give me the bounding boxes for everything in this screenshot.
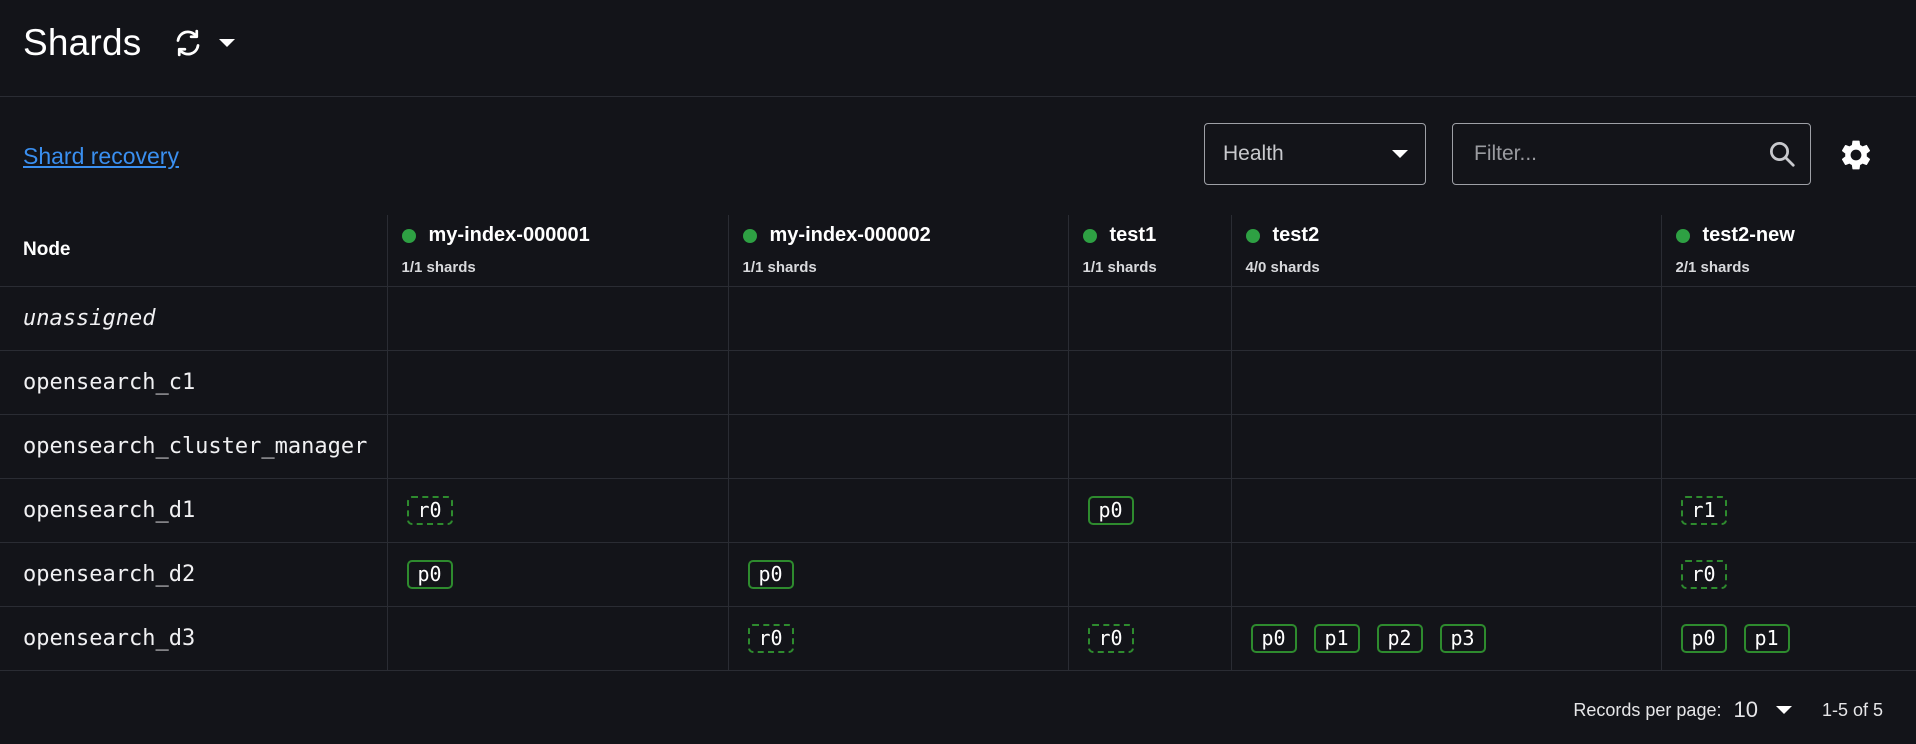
table-header-row: Node my-index-000001 1/1 shards my-index… xyxy=(0,215,1916,287)
node-name: unassigned xyxy=(0,286,387,351)
shard-cell: r0 xyxy=(386,478,728,543)
shard-cell xyxy=(1660,286,1916,351)
primary-shard-chip[interactable]: p1 xyxy=(1313,623,1360,653)
primary-shard-chip[interactable]: p0 xyxy=(406,559,453,589)
shard-cell: p0 xyxy=(386,542,728,607)
shard-cell: r0 xyxy=(727,606,1068,671)
shard-cell xyxy=(386,606,728,671)
index-name: my-index-000001 xyxy=(428,224,590,246)
node-name: opensearch_d3 xyxy=(0,606,387,671)
records-per-page-value[interactable]: 10 xyxy=(1733,697,1757,723)
index-shard-count: 2/1 shards xyxy=(1675,259,1750,276)
shard-cell xyxy=(386,414,728,479)
index-shard-count: 1/1 shards xyxy=(742,259,817,276)
shards-table: Node my-index-000001 1/1 shards my-index… xyxy=(0,215,1916,671)
health-status-dot xyxy=(742,228,757,243)
table-row: opensearch_cluster_manager xyxy=(0,414,1916,479)
health-select[interactable]: Health xyxy=(1204,123,1426,185)
node-name: opensearch_d2 xyxy=(0,542,387,607)
primary-shard-chip[interactable]: p2 xyxy=(1376,623,1423,653)
replica-shard-chip[interactable]: r0 xyxy=(406,495,453,525)
shard-cell: r1 xyxy=(1660,478,1916,543)
replica-shard-chip[interactable]: r0 xyxy=(1680,559,1727,589)
shard-cell: p0 xyxy=(1067,478,1231,543)
chevron-down-icon[interactable] xyxy=(1775,705,1792,715)
index-header[interactable]: test2 4/0 shards xyxy=(1230,215,1661,287)
shard-cell xyxy=(1230,350,1661,415)
toolbar: Shard recovery Health xyxy=(0,123,1916,187)
shard-cell xyxy=(727,478,1068,543)
table-row: unassigned xyxy=(0,286,1916,351)
chevron-down-icon xyxy=(1375,149,1425,159)
index-name: my-index-000002 xyxy=(769,224,931,246)
shard-cell xyxy=(1067,350,1231,415)
primary-shard-chip[interactable]: p0 xyxy=(1087,495,1134,525)
health-status-dot xyxy=(1245,228,1260,243)
node-name: opensearch_cluster_manager xyxy=(0,414,387,479)
health-status-dot xyxy=(1082,228,1097,243)
primary-shard-chip[interactable]: p3 xyxy=(1439,623,1486,653)
table-row: opensearch_c1 xyxy=(0,350,1916,415)
primary-shard-chip[interactable]: p0 xyxy=(747,559,794,589)
replica-shard-chip[interactable]: r0 xyxy=(747,623,794,653)
filter-input[interactable] xyxy=(1472,141,1754,167)
shard-cell xyxy=(1067,286,1231,351)
health-select-label: Health xyxy=(1223,142,1284,165)
index-header[interactable]: test1 1/1 shards xyxy=(1067,215,1231,287)
shard-cell xyxy=(386,350,728,415)
index-shard-count: 1/1 shards xyxy=(401,259,476,276)
refresh-options-button[interactable] xyxy=(217,33,237,53)
health-status-dot xyxy=(1675,228,1690,243)
shard-cell xyxy=(727,286,1068,351)
records-per-page-label: Records per page: xyxy=(1573,699,1722,720)
health-status-dot xyxy=(401,228,416,243)
pagination: Records per page: 10 1-5 of 5 xyxy=(1573,697,1883,723)
node-name: opensearch_c1 xyxy=(0,350,387,415)
filter-field[interactable] xyxy=(1452,123,1811,185)
shard-cell xyxy=(727,414,1068,479)
table-row: opensearch_d1 r0 p0 r1 xyxy=(0,478,1916,543)
chevron-down-icon xyxy=(219,39,236,47)
index-shard-count: 4/0 shards xyxy=(1245,259,1320,276)
shard-cell xyxy=(1067,414,1231,479)
pagination-range: 1-5 of 5 xyxy=(1821,699,1883,720)
index-header[interactable]: test2-new 2/1 shards xyxy=(1660,215,1916,287)
gear-icon[interactable] xyxy=(1838,137,1874,173)
replica-shard-chip[interactable]: r0 xyxy=(1087,623,1134,653)
refresh-icon[interactable] xyxy=(171,26,205,60)
shard-cell xyxy=(1230,414,1661,479)
shard-cell xyxy=(727,350,1068,415)
node-name: opensearch_d1 xyxy=(0,478,387,543)
shard-cell xyxy=(1230,542,1661,607)
page-header: Shards xyxy=(0,0,1916,97)
index-name: test1 xyxy=(1109,224,1157,246)
index-name: test2 xyxy=(1272,224,1320,246)
replica-shard-chip[interactable]: r1 xyxy=(1680,495,1727,525)
shard-cell xyxy=(386,286,728,351)
primary-shard-chip[interactable]: p0 xyxy=(1680,623,1727,653)
shard-cell xyxy=(1660,350,1916,415)
search-icon[interactable] xyxy=(1754,139,1810,169)
shard-cell xyxy=(1230,286,1661,351)
table-row: opensearch_d3 r0 r0 p0 p1 p2 p3 p0 p1 xyxy=(0,606,1916,671)
index-header[interactable]: my-index-000001 1/1 shards xyxy=(386,215,728,287)
shard-cell: p0 xyxy=(727,542,1068,607)
shard-recovery-link[interactable]: Shard recovery xyxy=(23,143,179,170)
table-row: opensearch_d2 p0 p0 r0 xyxy=(0,542,1916,607)
shard-cell xyxy=(1230,478,1661,543)
primary-shard-chip[interactable]: p0 xyxy=(1250,623,1297,653)
shard-cell: r0 xyxy=(1660,542,1916,607)
node-column-header: Node xyxy=(0,215,387,287)
shard-cell: p0 p1 xyxy=(1660,606,1916,671)
index-shard-count: 1/1 shards xyxy=(1082,259,1157,276)
shard-cell: p0 p1 p2 p3 xyxy=(1230,606,1661,671)
shard-cell xyxy=(1067,542,1231,607)
index-name: test2-new xyxy=(1702,224,1795,246)
index-header[interactable]: my-index-000002 1/1 shards xyxy=(727,215,1068,287)
primary-shard-chip[interactable]: p1 xyxy=(1743,623,1790,653)
page-title: Shards xyxy=(23,22,142,63)
shard-cell: r0 xyxy=(1067,606,1231,671)
shard-cell xyxy=(1660,414,1916,479)
